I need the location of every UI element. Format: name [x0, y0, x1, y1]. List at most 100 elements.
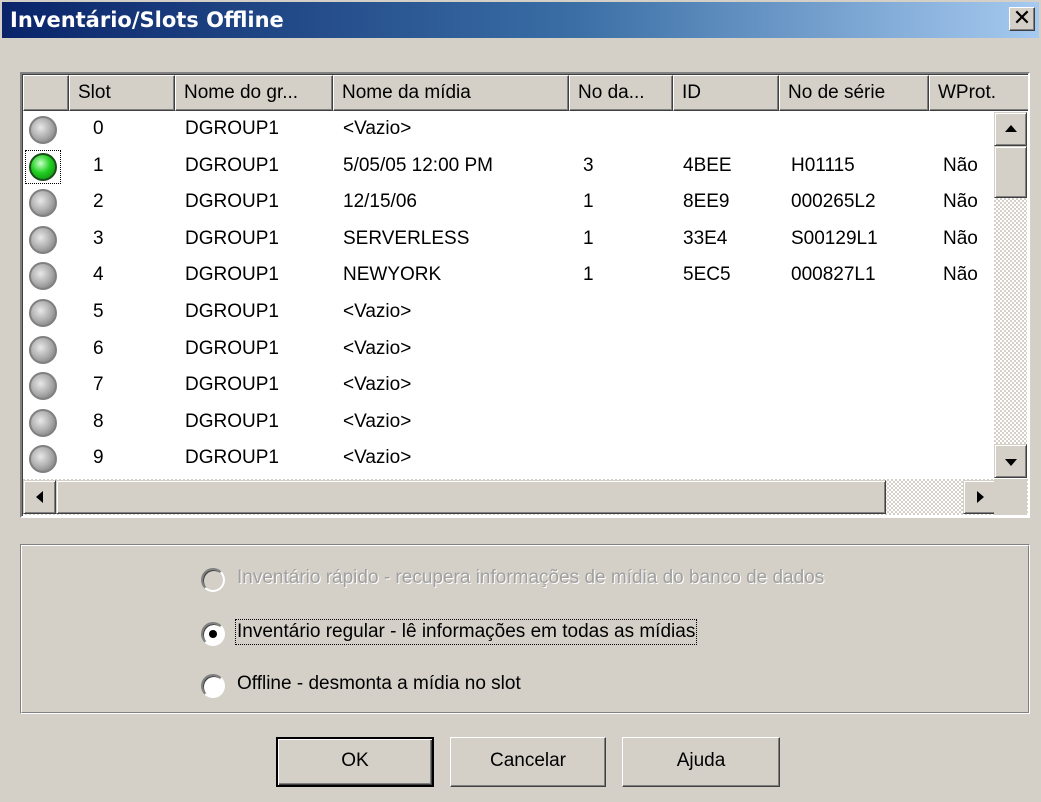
cell-group: DGROUP1	[185, 191, 279, 213]
cell-media: 5/05/05 12:00 PM	[343, 154, 493, 176]
radio-regular-inventory[interactable]	[201, 622, 225, 646]
cell-group: DGROUP1	[185, 154, 279, 176]
cell-group: DGROUP1	[185, 301, 279, 322]
table-row[interactable]: 3 DGROUP1 SERVERLESS 1 33E4 S00129L1 Não	[23, 222, 1001, 259]
gray-led-icon	[29, 335, 57, 364]
cell-group: DGROUP1	[185, 410, 279, 432]
cell-media: 12/15/06	[343, 191, 417, 213]
cell-serial: S00129L1	[791, 227, 878, 249]
cell-media: <Vazio>	[343, 118, 412, 139]
cell-wprot: Não	[943, 227, 978, 249]
cell-media: <Vazio>	[343, 301, 412, 322]
list-rows: 0 DGROUP1 <Vazio> 1 DGROUP1 5/05/05 12:00 PM 3…	[23, 112, 1001, 478]
scroll-down-button[interactable]	[994, 444, 1027, 478]
horizontal-scroll-thumb[interactable]	[56, 480, 886, 514]
label-offline[interactable]: Offline - desmonta a mídia no slot	[237, 673, 521, 695]
gray-led-icon	[29, 262, 57, 291]
cell-slot: 7	[93, 374, 104, 396]
table-row[interactable]: 4 DGROUP1 NEWYORK 1 5EC5 000827L1 Não	[23, 258, 1001, 295]
cell-group: DGROUP1	[185, 447, 279, 469]
arrow-down-icon	[1005, 459, 1017, 466]
arrow-right-icon	[977, 491, 984, 503]
table-row[interactable]: 1 DGROUP1 5/05/05 12:00 PM 3 4BEE H01115 Não	[23, 149, 1001, 186]
cell-media: <Vazio>	[343, 447, 412, 469]
table-row[interactable]: 0 DGROUP1 <Vazio>	[23, 112, 1001, 149]
window-title: Inventário/Slots Offline	[10, 8, 284, 32]
help-button[interactable]: Ajuda	[622, 737, 780, 787]
table-row[interactable]: 8 DGROUP1 <Vazio>	[23, 405, 1001, 442]
cell-id: 5EC5	[683, 264, 731, 286]
cell-no: 1	[583, 227, 594, 249]
table-row[interactable]: 7 DGROUP1 <Vazio>	[23, 368, 1001, 405]
cell-wprot: Não	[943, 264, 978, 286]
cell-media: <Vazio>	[343, 410, 412, 432]
vertical-scroll-thumb[interactable]	[994, 146, 1027, 198]
radio-quick-inventory	[201, 568, 225, 592]
close-icon: ✕	[1012, 6, 1032, 31]
column-header-status[interactable]	[23, 75, 69, 111]
table-row[interactable]: 5 DGROUP1 <Vazio>	[23, 295, 1001, 332]
radio-selected-dot	[209, 630, 217, 638]
option-offline[interactable]: Offline - desmonta a mídia no slot	[201, 671, 621, 701]
arrow-left-icon	[36, 491, 43, 503]
cell-no: 1	[583, 191, 594, 213]
column-header-number[interactable]: No da...	[569, 75, 673, 111]
vertical-scrollbar[interactable]	[994, 112, 1027, 478]
label-quick-inventory: Inventário rápido - recupera informações…	[237, 567, 825, 588]
cell-id: 33E4	[683, 227, 728, 249]
scroll-up-button[interactable]	[994, 112, 1027, 146]
cell-group: DGROUP1	[185, 264, 279, 286]
gray-led-icon	[29, 225, 57, 254]
cell-id: 8EE9	[683, 191, 730, 213]
scroll-right-button[interactable]	[963, 480, 996, 514]
horizontal-scrollbar[interactable]	[23, 479, 1028, 515]
cell-slot: 2	[93, 191, 104, 213]
slots-list-view[interactable]: Slot Nome do gr... Nome da mídia No da..…	[20, 72, 1030, 518]
table-row[interactable]: 2 DGROUP1 12/15/06 1 8EE9 000265L2 Não	[23, 185, 1001, 222]
arrow-up-icon	[1005, 125, 1017, 132]
cancel-button[interactable]: Cancelar	[450, 737, 606, 787]
cell-slot: 0	[93, 118, 104, 139]
cell-slot: 5	[93, 301, 104, 322]
column-header-serial[interactable]: No de série	[779, 75, 929, 111]
gray-led-icon	[29, 116, 57, 144]
cell-slot: 3	[93, 227, 104, 249]
cell-slot: 4	[93, 264, 104, 286]
cell-group: DGROUP1	[185, 337, 279, 359]
gray-led-icon	[29, 372, 57, 401]
close-button[interactable]: ✕	[1009, 6, 1035, 31]
cell-id: 4BEE	[683, 154, 732, 176]
cell-wprot: Não	[943, 154, 978, 176]
gray-led-icon	[29, 299, 57, 327]
gray-led-icon	[29, 189, 57, 218]
cell-serial: H01115	[791, 154, 855, 176]
row-focus-rect	[25, 149, 61, 184]
label-regular-inventory[interactable]: Inventário regular - lê informações em t…	[234, 619, 698, 645]
radio-offline[interactable]	[201, 674, 225, 698]
scroll-left-button[interactable]	[23, 480, 56, 514]
cell-media: <Vazio>	[343, 374, 412, 396]
title-bar[interactable]: Inventário/Slots Offline ✕	[2, 2, 1039, 38]
cell-no: 3	[583, 154, 594, 176]
column-header-id[interactable]: ID	[673, 75, 779, 111]
cell-slot: 8	[93, 410, 104, 432]
inventory-options-group: Inventário rápido - recupera informações…	[20, 544, 1030, 714]
cell-wprot: Não	[943, 191, 978, 213]
gray-led-icon	[29, 408, 57, 437]
gray-led-icon	[29, 445, 57, 474]
column-header-media[interactable]: Nome da mídia	[333, 75, 569, 111]
column-header-slot[interactable]: Slot	[69, 75, 175, 111]
cell-group: DGROUP1	[185, 118, 279, 139]
cell-serial: 000827L1	[791, 264, 876, 286]
column-header-wprot[interactable]: WProt.	[929, 75, 1028, 111]
cell-serial: 000265L2	[791, 191, 876, 213]
column-header-group[interactable]: Nome do gr...	[175, 75, 333, 111]
table-row[interactable]: 9 DGROUP1 <Vazio>	[23, 441, 1001, 478]
cell-media: SERVERLESS	[343, 227, 470, 249]
option-regular-inventory[interactable]: Inventário regular - lê informações em t…	[201, 619, 821, 649]
ok-button[interactable]: OK	[276, 737, 434, 787]
table-row[interactable]: 6 DGROUP1 <Vazio>	[23, 332, 1001, 369]
cell-media: <Vazio>	[343, 337, 412, 359]
dialog-window: Inventário/Slots Offline ✕ Slot Nome do …	[0, 0, 1041, 802]
cell-media: NEWYORK	[343, 264, 442, 286]
